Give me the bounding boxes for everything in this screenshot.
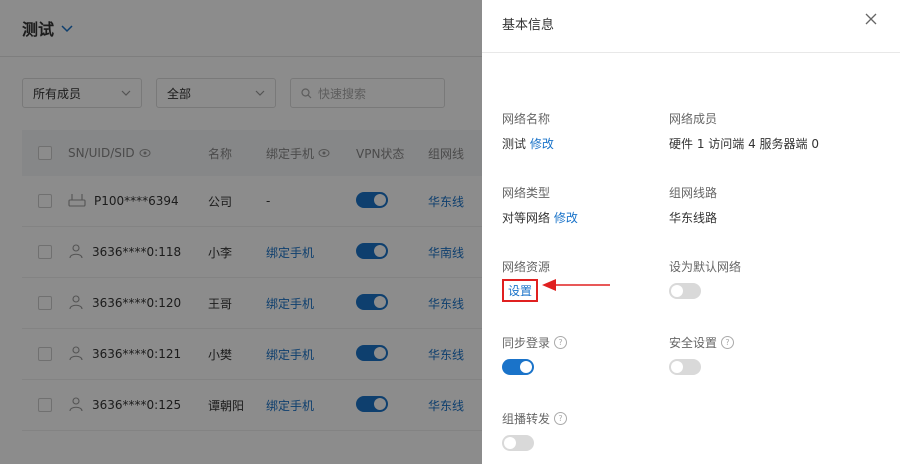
help-icon[interactable]: ?	[554, 412, 568, 425]
network-resource-label: 网络资源	[502, 260, 551, 274]
security-toggle[interactable]	[669, 359, 701, 375]
annotation-arrow-icon	[542, 279, 610, 291]
network-members-value: 硬件 1 访问端 4 服务器端 0	[669, 137, 819, 151]
network-members-label: 网络成员	[669, 112, 718, 126]
security-label: 安全设置	[669, 336, 718, 350]
sync-login-label: 同步登录	[502, 336, 551, 350]
sync-login-toggle[interactable]	[502, 359, 534, 375]
edit-name-link[interactable]: 修改	[530, 137, 554, 151]
security-field: 安全设置?	[669, 334, 735, 378]
multicast-field: 组播转发?	[502, 410, 568, 454]
help-icon[interactable]: ?	[721, 336, 735, 349]
drawer-header: 基本信息	[482, 0, 900, 53]
help-icon[interactable]: ?	[554, 336, 568, 349]
default-network-field: 设为默认网络	[669, 258, 741, 302]
default-network-toggle[interactable]	[669, 283, 701, 299]
network-members-field: 网络成员 硬件 1 访问端 4 服务器端 0	[669, 110, 819, 152]
network-route-value: 华东线路	[669, 211, 718, 225]
multicast-toggle[interactable]	[502, 435, 534, 451]
network-type-value: 对等网络	[502, 211, 551, 225]
default-network-label: 设为默认网络	[669, 260, 742, 274]
modal-overlay[interactable]	[0, 0, 482, 464]
network-route-label: 组网线路	[669, 186, 718, 200]
network-type-label: 网络类型	[502, 186, 551, 200]
close-icon[interactable]	[864, 12, 878, 26]
network-name-label: 网络名称	[502, 112, 551, 126]
edit-type-link[interactable]: 修改	[554, 211, 578, 225]
sync-login-field: 同步登录?	[502, 334, 568, 378]
multicast-label: 组播转发	[502, 412, 551, 426]
network-name-field: 网络名称 测试 修改	[502, 110, 554, 152]
network-route-field: 组网线路 华东线路	[669, 184, 717, 226]
network-type-field: 网络类型 对等网络 修改	[502, 184, 578, 226]
basic-info-drawer: 基本信息 网络名称 测试 修改 网络成员 硬件 1 访问端 4 服务器端 0 网…	[482, 0, 900, 464]
network-name-value: 测试	[502, 137, 527, 151]
resource-settings-link[interactable]: 设置	[502, 279, 539, 302]
drawer-title: 基本信息	[502, 18, 555, 33]
